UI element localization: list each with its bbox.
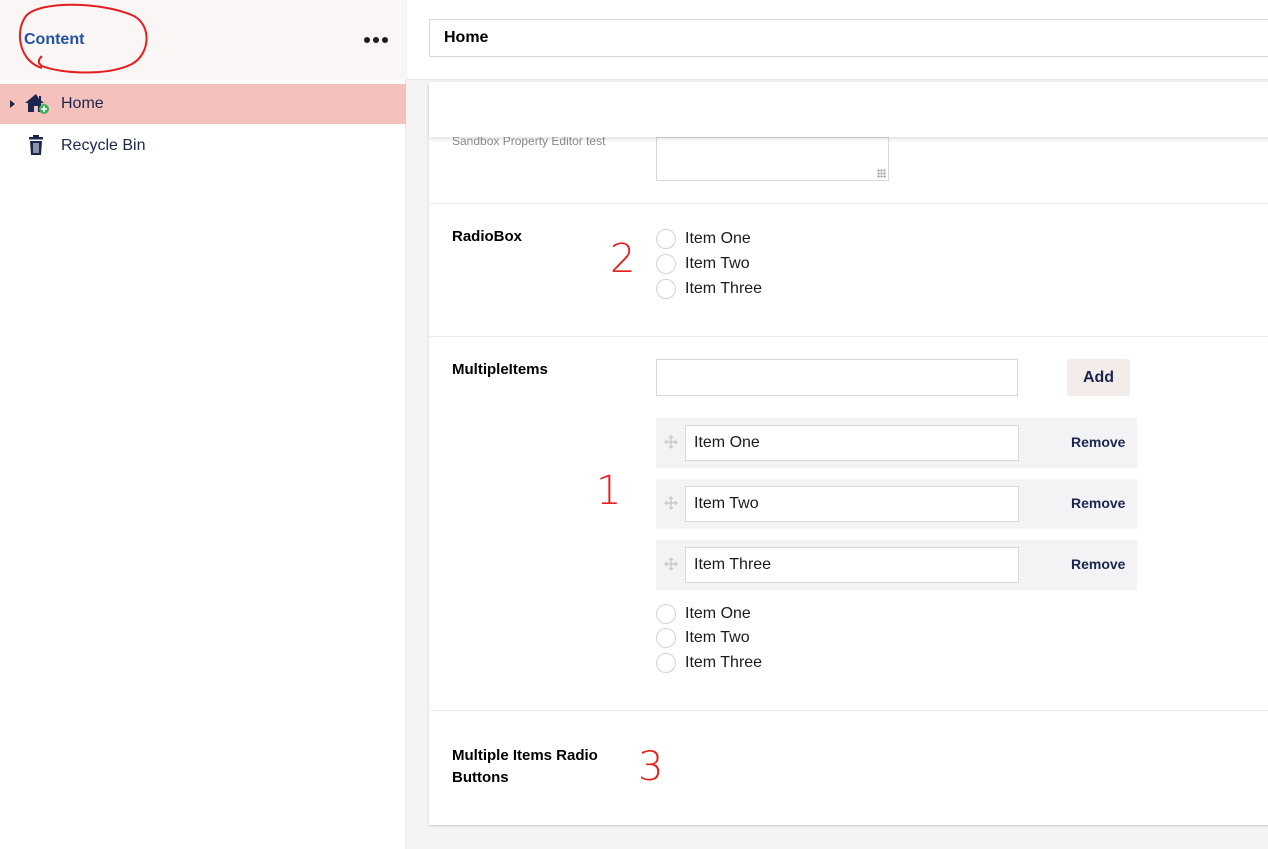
item-input[interactable]: Item One xyxy=(685,425,1019,461)
node-name-input[interactable]: Home xyxy=(429,19,1268,57)
radio-label[interactable]: Item Two xyxy=(685,629,750,647)
list-item: Item Two Remove xyxy=(656,479,1137,529)
item-input[interactable]: Item Two xyxy=(685,486,1019,522)
radio-button[interactable] xyxy=(656,604,676,624)
item-input[interactable]: Item Three xyxy=(685,547,1019,583)
drag-handle-icon[interactable] xyxy=(664,496,678,510)
radio-label[interactable]: Item Three xyxy=(685,654,762,672)
remove-button[interactable]: Remove xyxy=(1071,434,1125,450)
tree-item-label: Home xyxy=(61,95,104,112)
radio-label[interactable]: Item Three xyxy=(685,280,762,298)
tree-item-home[interactable]: Home xyxy=(0,84,406,124)
new-item-input[interactable] xyxy=(656,359,1018,396)
radio-label[interactable]: Item Two xyxy=(685,255,750,273)
list-item: Item Three Remove xyxy=(656,540,1137,590)
annotation-number: 3 xyxy=(638,744,664,790)
more-options-button[interactable] xyxy=(362,30,390,50)
trash-icon xyxy=(29,135,43,155)
ellipsis-dot xyxy=(373,37,379,43)
expand-caret-icon[interactable] xyxy=(10,100,15,108)
sidebar: Content Home Recycle Bin xyxy=(0,0,406,849)
divider xyxy=(429,203,1268,204)
tree-item-label: Recycle Bin xyxy=(61,137,146,154)
sidebar-header: Content xyxy=(0,0,406,80)
property-panel: Sandbox Property Editor test RadioBox It… xyxy=(429,82,1268,825)
resize-grip-icon[interactable] xyxy=(877,169,886,178)
editor-header: Home xyxy=(407,0,1268,80)
annotation-number: 1 xyxy=(596,468,622,514)
add-button[interactable]: Add xyxy=(1067,359,1130,396)
ellipsis-icon xyxy=(364,37,370,43)
drag-handle-icon[interactable] xyxy=(664,435,678,449)
multiple-items-radio-label: Multiple Items Radio xyxy=(452,747,598,764)
list-item: Item One Remove xyxy=(656,418,1137,468)
sandbox-textarea[interactable] xyxy=(656,137,889,181)
panel-header-shade xyxy=(429,82,1268,137)
radio-button[interactable] xyxy=(656,279,676,299)
multiple-items-radio-label: Buttons xyxy=(452,769,509,786)
radio-option[interactable]: Item One xyxy=(656,228,751,250)
radio-button[interactable] xyxy=(656,254,676,274)
remove-button[interactable]: Remove xyxy=(1071,495,1125,511)
radiobox-label: RadioBox xyxy=(452,228,523,245)
radio-option[interactable]: Item Three xyxy=(656,652,762,674)
radio-label[interactable]: Item One xyxy=(685,605,751,623)
divider xyxy=(429,710,1268,711)
radio-button[interactable] xyxy=(656,653,676,673)
radio-button[interactable] xyxy=(656,628,676,648)
ellipsis-dot xyxy=(382,37,388,43)
remove-button[interactable]: Remove xyxy=(1071,556,1125,572)
divider xyxy=(429,336,1268,337)
multiple-items-label: MultipleItems xyxy=(452,361,548,378)
radio-label[interactable]: Item One xyxy=(685,230,751,248)
annotation-number: 2 xyxy=(610,236,636,282)
tree-item-recycle-bin[interactable]: Recycle Bin xyxy=(0,126,406,166)
radio-option[interactable]: Item Two xyxy=(656,627,750,649)
section-title[interactable]: Content xyxy=(24,31,84,49)
radio-button[interactable] xyxy=(656,229,676,249)
radio-option[interactable]: Item Three xyxy=(656,278,762,300)
radio-option[interactable]: Item One xyxy=(656,603,751,625)
radio-option[interactable]: Item Two xyxy=(656,253,750,275)
drag-handle-icon[interactable] xyxy=(664,557,678,571)
home-icon xyxy=(25,94,49,114)
